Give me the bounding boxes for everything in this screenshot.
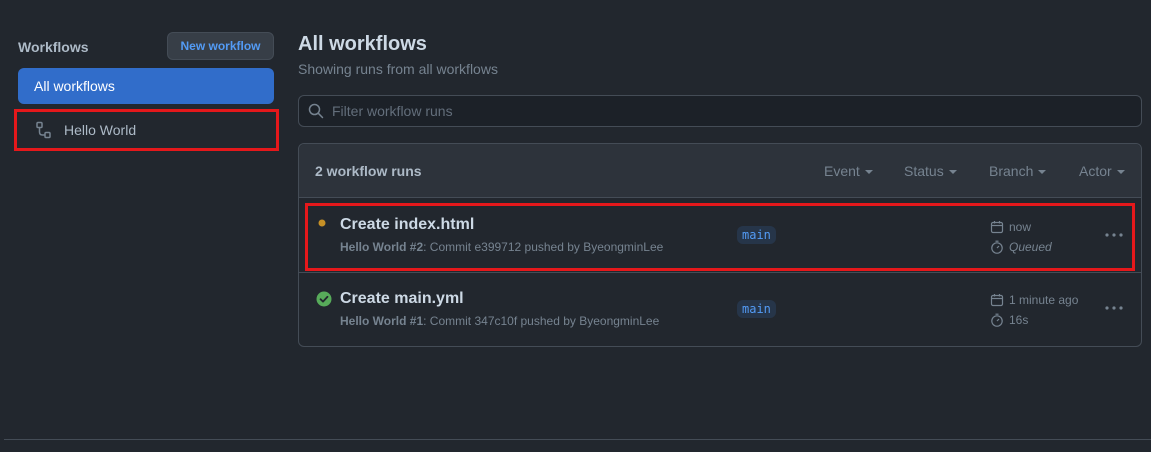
run-title[interactable]: Create index.html [340,216,474,234]
kebab-menu-icon[interactable] [1102,298,1126,318]
kebab-menu-icon[interactable] [1102,225,1126,245]
run-workflow-name: Hello World #1 [340,314,424,328]
stopwatch-icon [991,240,1003,254]
event-filter-dropdown[interactable]: Event [824,163,873,179]
stopwatch-icon [991,313,1003,327]
run-description: Hello World #1: Commit 347c10f pushed by… [340,314,659,328]
page-title: All workflows [298,33,427,55]
actor-filter-dropdown[interactable]: Actor [1079,163,1125,179]
actor-filter-label: Actor [1079,163,1112,179]
status-filter-dropdown[interactable]: Status [904,163,957,179]
run-duration-text: 16s [1009,313,1029,327]
run-duration-text: Queued [1009,240,1052,254]
caret-down-icon [1116,170,1125,175]
status-filter-label: Status [904,163,944,179]
branch-tag[interactable]: main [737,226,776,244]
run-time: now [990,220,1031,234]
run-commit-info: : Commit e399712 pushed by ByeongminLee [423,240,664,254]
filter-bar [298,95,1142,127]
runs-header: 2 workflow runs Event Status Branch Acto… [299,144,1141,198]
caret-down-icon [948,170,957,175]
caret-down-icon [1038,170,1047,175]
success-check-icon [316,291,332,307]
new-workflow-button[interactable]: New workflow [167,32,274,60]
sidebar-item-label: All workflows [34,78,115,94]
filter-workflow-runs-input[interactable] [332,103,1112,119]
branch-filter-dropdown[interactable]: Branch [989,163,1047,179]
workflow-run-row[interactable]: Create index.html Hello World #2: Commit… [299,199,1141,273]
workflow-run-row[interactable]: Create main.yml Hello World #1: Commit 3… [299,274,1141,348]
branch-filter-label: Branch [989,163,1034,179]
event-filter-label: Event [824,163,860,179]
divider [4,439,1151,440]
calendar-icon [990,221,1004,234]
sidebar-item-all-workflows[interactable]: All workflows [18,68,274,104]
sidebar: Workflows New workflow All workflows Hel… [0,0,290,440]
calendar-icon [990,294,1004,307]
sidebar-item-label: Hello World [64,122,137,138]
queued-status-icon [318,219,326,227]
run-description: Hello World #2: Commit e399712 pushed by… [340,240,663,254]
run-title[interactable]: Create main.yml [340,290,464,308]
caret-down-icon [864,170,873,175]
run-duration: Queued [990,240,1052,254]
search-icon [308,103,324,119]
run-time-text: now [1009,220,1032,234]
workflow-icon [36,121,51,139]
sidebar-item-hello-world[interactable]: Hello World [14,109,279,151]
run-time: 1 minute ago [990,293,1078,307]
runs-count: 2 workflow runs [315,163,422,179]
page-subtitle: Showing runs from all workflows [298,61,498,77]
highlight-box [305,203,1135,271]
run-commit-info: : Commit 347c10f pushed by ByeongminLee [423,314,660,328]
sidebar-title: Workflows [18,39,89,55]
workflow-runs-list: 2 workflow runs Event Status Branch Acto… [298,143,1142,347]
run-duration: 16s [990,313,1028,327]
branch-tag[interactable]: main [737,300,776,318]
run-workflow-name: Hello World #2 [340,240,424,254]
run-time-text: 1 minute ago [1009,293,1079,307]
